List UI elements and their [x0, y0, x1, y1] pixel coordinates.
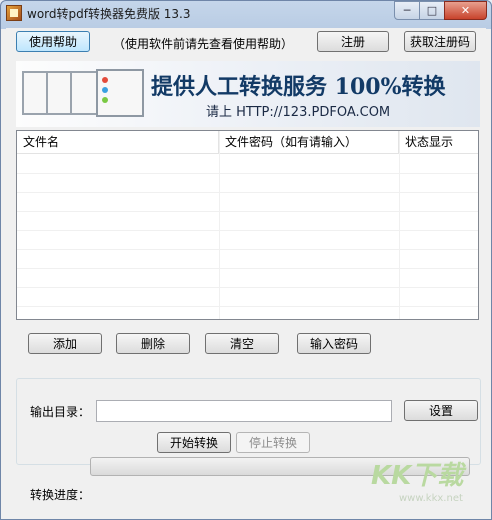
grid-line: [17, 173, 478, 174]
banner-url: 请上 HTTP://123.PDFOA.COM: [206, 105, 391, 120]
app-window: word转pdf转换器免费版 13.3 ─ □ ✕ 使用帮助 （使用软件前请先查…: [0, 0, 492, 520]
help-button[interactable]: 使用帮助: [16, 31, 90, 52]
grid-line: [17, 192, 478, 193]
stop-convert-button[interactable]: 停止转换: [236, 432, 310, 453]
minimize-button[interactable]: ─: [394, 1, 420, 20]
start-convert-button[interactable]: 开始转换: [157, 432, 231, 453]
file-list[interactable]: 文件名 文件密码（如有请输入） 状态显示: [16, 130, 479, 320]
clear-button[interactable]: 清空: [205, 333, 279, 354]
register-button[interactable]: 注册: [317, 31, 389, 52]
title-bar[interactable]: word转pdf转换器免费版 13.3 ─ □ ✕: [1, 1, 491, 27]
grid-line: [17, 306, 478, 307]
promo-banner[interactable]: 提供人工转换服务 100%转换 请上 HTTP://123.PDFOA.COM: [16, 61, 480, 127]
column-file-name[interactable]: 文件名: [17, 131, 219, 153]
enter-password-button[interactable]: 输入密码: [297, 333, 371, 354]
watermark-logo: KK下载 www.kkx.net: [369, 453, 484, 513]
add-button[interactable]: 添加: [28, 333, 102, 354]
grid-line: [17, 230, 478, 231]
grid-line: [219, 131, 220, 319]
delete-button[interactable]: 删除: [116, 333, 190, 354]
column-status[interactable]: 状态显示: [399, 131, 478, 153]
grid-line: [17, 211, 478, 212]
column-file-password[interactable]: 文件密码（如有请输入）: [219, 131, 399, 153]
grid-line: [17, 268, 478, 269]
banner-headline: 提供人工转换服务 100%转换: [151, 74, 446, 100]
progress-label: 转换进度：: [30, 488, 91, 502]
help-hint: （使用软件前请先查看使用帮助）: [113, 37, 294, 51]
whiteboard-graphic: [96, 69, 144, 117]
grid-line: [17, 287, 478, 288]
close-button[interactable]: ✕: [444, 1, 487, 20]
client-area: 使用帮助 （使用软件前请先查看使用帮助） 注册 获取注册码 提供人工转换服务 1…: [6, 28, 486, 513]
grid-line: [399, 131, 400, 319]
output-dir-input[interactable]: [96, 400, 392, 422]
app-icon: [6, 5, 22, 21]
maximize-button[interactable]: □: [419, 1, 445, 20]
settings-button[interactable]: 设置: [404, 400, 478, 421]
file-list-header: 文件名 文件密码（如有请输入） 状态显示: [17, 131, 478, 154]
watermark-url: www.kkx.net: [399, 493, 463, 504]
watermark-text: KK下载: [371, 461, 464, 491]
grid-line: [17, 249, 478, 250]
window-title: word转pdf转换器免费版 13.3: [27, 7, 191, 21]
output-dir-label: 输出目录：: [30, 405, 91, 419]
get-code-button[interactable]: 获取注册码: [404, 31, 476, 52]
whiteboard-graphic: [70, 71, 98, 115]
